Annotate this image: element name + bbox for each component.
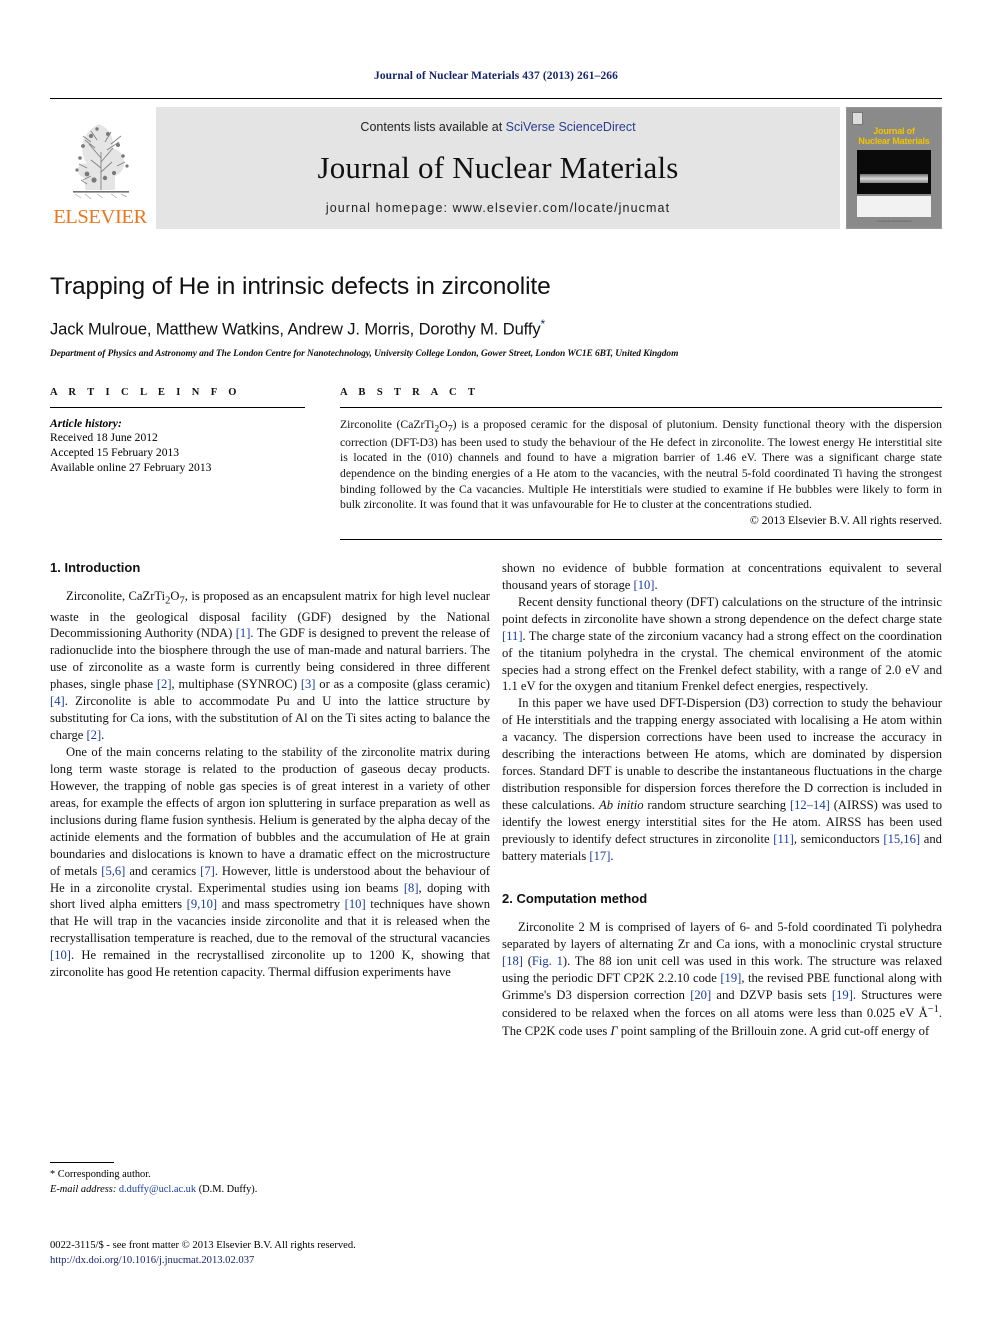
journal-cover-thumbnail[interactable]: Journal of Nuclear Materials www.elsevie… bbox=[846, 107, 942, 229]
running-head-rule bbox=[50, 98, 942, 99]
paper-page: Journal of Nuclear Materials 437 (2013) … bbox=[0, 0, 992, 1323]
abstract-rule bbox=[340, 406, 942, 408]
article-title-block: Trapping of He in intrinsic defects in z… bbox=[50, 273, 942, 359]
elsevier-tree-icon bbox=[73, 123, 129, 199]
citation-link[interactable]: [11] bbox=[502, 629, 523, 643]
paragraph-intro-2: One of the main concerns relating to the… bbox=[50, 745, 490, 980]
article-info-heading: A R T I C L E I N F O bbox=[50, 386, 241, 398]
footnote-email-address[interactable]: d.duffy@ucl.ac.uk bbox=[119, 1184, 196, 1195]
body-columns: 1. Introduction Zirconolite, CaZrTi2O7, … bbox=[50, 560, 942, 1160]
journal-band: Contents lists available at SciVerse Sci… bbox=[156, 107, 840, 229]
colophon-block: 0022-3115/$ - see front matter © 2013 El… bbox=[50, 1238, 550, 1268]
citation-link[interactable]: [15,16] bbox=[883, 832, 920, 846]
abstract-heading: A B S T R A C T bbox=[340, 386, 480, 398]
affiliation: Department of Physics and Astronomy and … bbox=[50, 348, 679, 359]
cover-title: Journal of Nuclear Materials bbox=[858, 126, 929, 146]
citation-link[interactable]: [20] bbox=[690, 988, 711, 1002]
cover-title-line1: Journal of bbox=[873, 125, 915, 136]
citation-link[interactable]: [11] bbox=[773, 832, 794, 846]
info-abstract-row: A R T I C L E I N F O Article history: R… bbox=[50, 387, 942, 540]
paragraph-right-2: Recent density functional theory (DFT) c… bbox=[502, 594, 942, 694]
citation-link[interactable]: [10] bbox=[50, 948, 71, 962]
running-head: Journal of Nuclear Materials 437 (2013) … bbox=[50, 0, 942, 99]
journal-masthead: ELSEVIER Contents lists available at Sci… bbox=[50, 107, 942, 229]
citation-link[interactable]: [10] bbox=[634, 578, 655, 592]
cover-footer-url: www.elsevier.com/locate/jnucmat bbox=[876, 220, 912, 223]
sciencedirect-link[interactable]: SciVerse ScienceDirect bbox=[506, 120, 636, 134]
article-history-online: Available online 27 February 2013 bbox=[50, 461, 212, 475]
citation-link[interactable]: [9,10] bbox=[187, 897, 217, 911]
article-info-column: A R T I C L E I N F O Article history: R… bbox=[50, 387, 305, 540]
cover-image-streak bbox=[860, 173, 928, 183]
abstract-text: Zirconolite (CaZrTi2O7) is a proposed ce… bbox=[340, 417, 943, 512]
citation-link[interactable]: [7] bbox=[200, 864, 215, 878]
elsevier-logo: ELSEVIER bbox=[50, 107, 150, 229]
article-history-received: Received 18 June 2012 bbox=[50, 430, 158, 444]
paragraph-intro-1: Zirconolite, CaZrTi2O7, is proposed as a… bbox=[50, 588, 490, 743]
section-heading-computation: 2. Computation method bbox=[502, 890, 648, 906]
running-head-text: Journal of Nuclear Materials 437 (2013) … bbox=[373, 70, 619, 82]
colophon-doi-link[interactable]: http://dx.doi.org/10.1016/j.jnucmat.2013… bbox=[50, 1253, 550, 1268]
colophon-issn-line: 0022-3115/$ - see front matter © 2013 El… bbox=[50, 1240, 356, 1251]
cover-elsevier-icon bbox=[852, 112, 863, 125]
footnote-block: * Corresponding author. E-mail address: … bbox=[50, 1162, 490, 1198]
citation-link[interactable]: [5,6] bbox=[101, 864, 125, 878]
footnote-email-line: E-mail address: d.duffy@ucl.ac.uk (D.M. … bbox=[50, 1183, 490, 1198]
footnote-corresponding-author: * Corresponding author. bbox=[50, 1169, 151, 1180]
article-history-accepted: Accepted 15 February 2013 bbox=[50, 445, 180, 459]
contents-list-line: Contents lists available at SciVerse Sci… bbox=[360, 120, 635, 134]
citation-link[interactable]: [10] bbox=[345, 897, 366, 911]
citation-link[interactable]: [18] bbox=[502, 954, 523, 968]
corresponding-author-marker: * bbox=[540, 317, 546, 331]
paragraph-right-3: In this paper we have used DFT-Dispersio… bbox=[502, 696, 943, 863]
footnote-rule bbox=[50, 1162, 114, 1163]
abstract-bottom-rule bbox=[340, 538, 942, 540]
citation-link[interactable]: [1] bbox=[236, 626, 251, 640]
citation-link[interactable]: [12–14] bbox=[790, 798, 830, 812]
footnote-email-label: E-mail address: bbox=[50, 1183, 117, 1195]
citation-link[interactable]: [4] bbox=[50, 694, 65, 708]
citation-link[interactable]: [8] bbox=[404, 881, 419, 895]
cover-image bbox=[857, 149, 931, 194]
body-column-right: shown no evidence of bubble formation at… bbox=[502, 560, 942, 1160]
abstract-copyright: © 2013 Elsevier B.V. All rights reserved… bbox=[749, 513, 942, 527]
figure-reference-link[interactable]: Fig. 1 bbox=[532, 954, 563, 968]
elsevier-wordmark: ELSEVIER bbox=[53, 205, 147, 228]
citation-link[interactable]: [19] bbox=[720, 971, 741, 985]
page-title: Trapping of He in intrinsic defects in z… bbox=[50, 273, 551, 300]
article-history-label: Article history: bbox=[50, 416, 122, 430]
citation-link[interactable]: [2] bbox=[86, 728, 101, 742]
citation-link[interactable]: [3] bbox=[301, 677, 316, 691]
section-heading-introduction: 1. Introduction bbox=[50, 559, 141, 575]
paragraph-computation-1: Zirconolite 2 M is comprised of layers o… bbox=[502, 919, 942, 1038]
article-info-rule bbox=[50, 406, 305, 408]
cover-white-panel bbox=[857, 195, 931, 217]
cover-title-line2: Nuclear Materials bbox=[858, 135, 930, 146]
author-list: Jack Mulroue, Matthew Watkins, Andrew J.… bbox=[50, 317, 942, 340]
journal-title: Journal of Nuclear Materials bbox=[317, 149, 679, 185]
citation-link[interactable]: [19] bbox=[832, 988, 853, 1002]
paragraph-right-continuation: shown no evidence of bubble formation at… bbox=[502, 560, 942, 592]
citation-link[interactable]: [2] bbox=[157, 677, 172, 691]
abstract-column: A B S T R A C T Zirconolite (CaZrTi2O7) … bbox=[340, 387, 942, 540]
footnote-email-owner: (D.M. Duffy). bbox=[198, 1183, 258, 1195]
author-names: Jack Mulroue, Matthew Watkins, Andrew J.… bbox=[50, 320, 541, 339]
citation-link[interactable]: [17] bbox=[589, 849, 610, 863]
body-column-left: 1. Introduction Zirconolite, CaZrTi2O7, … bbox=[50, 560, 490, 1160]
journal-homepage[interactable]: journal homepage: www.elsevier.com/locat… bbox=[326, 201, 670, 215]
contents-prefix: Contents lists available at bbox=[360, 120, 506, 134]
